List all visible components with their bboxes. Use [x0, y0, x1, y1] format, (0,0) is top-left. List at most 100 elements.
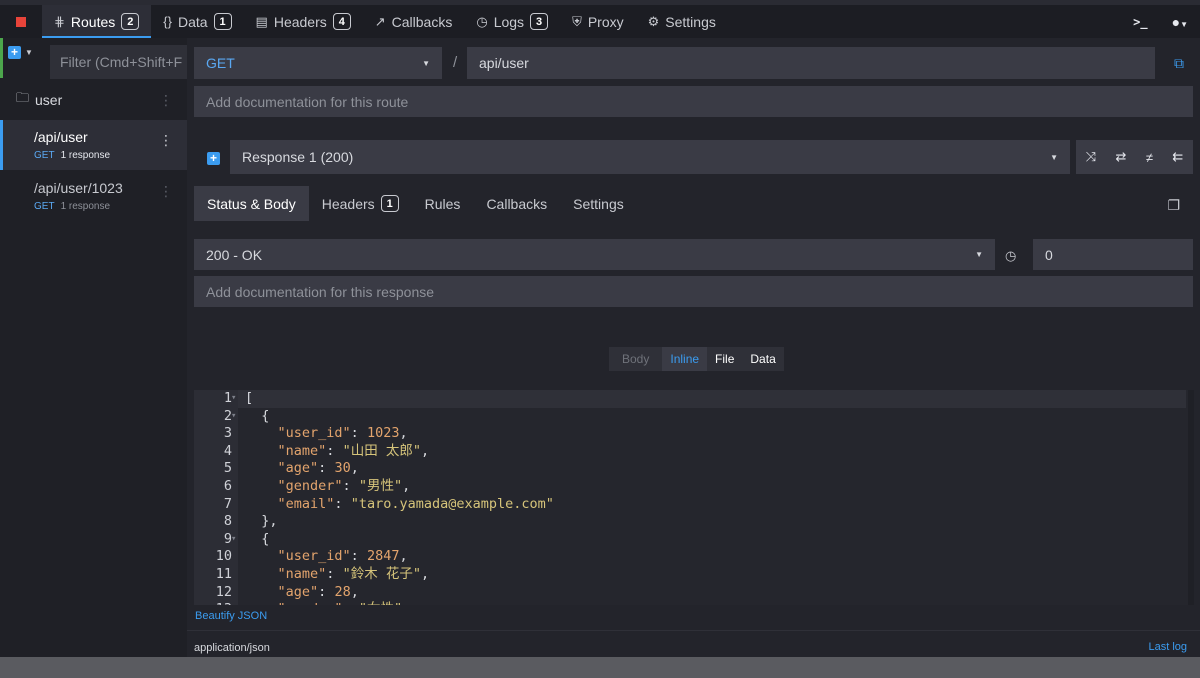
json-string: "山田 太郎" — [342, 442, 421, 459]
json-number: 30 — [334, 460, 351, 477]
status-select[interactable]: 200 - OK ▼ — [194, 239, 995, 270]
open-external-icon[interactable]: ⧉ — [1174, 55, 1184, 72]
status-value: 200 - OK — [206, 246, 263, 263]
account-icon[interactable]: ●▼ — [1172, 14, 1188, 30]
stop-server-button[interactable] — [0, 5, 42, 38]
code-text: "user_id": 2847, — [277, 548, 408, 565]
json-key: "gender" — [277, 478, 343, 494]
tab-status-body[interactable]: Status & Body — [194, 186, 309, 221]
kebab-icon[interactable]: ⋮ — [159, 92, 173, 109]
shuffle-icon[interactable]: ⤨ — [1086, 149, 1096, 165]
method-select[interactable]: GET ▼ — [194, 47, 442, 79]
response-doc-input[interactable]: Add documentation for this response — [194, 276, 1193, 307]
tab-response-headers[interactable]: Headers 1 — [309, 186, 412, 221]
body-mode-file[interactable]: File — [707, 347, 742, 371]
response-select-value: Response 1 (200) — [242, 149, 354, 165]
json-string: "男性" — [358, 478, 403, 494]
app-window: ⋕ Routes 2 {} Data 1 ▤ Headers 4 ↗ Callb… — [0, 5, 1200, 657]
folder-label: user — [35, 92, 63, 108]
tab-response-settings[interactable]: Settings — [560, 186, 637, 221]
clock-icon: ◷ — [1005, 248, 1017, 263]
route-editor: GET ▼ / api/user ⧉ Add documentation for… — [187, 38, 1200, 657]
body-mode-inline[interactable]: Inline — [662, 347, 708, 371]
line-number: 7 — [223, 495, 232, 512]
nav-right-actions: >_ ●▼ — [1133, 5, 1188, 38]
tab-data[interactable]: {} Data 1 — [151, 5, 243, 38]
response-toolbar: ⤨ ⇄ ≠ ⇇ — [1076, 140, 1193, 174]
tab-label: Callbacks — [486, 195, 548, 212]
json-key: "age" — [277, 583, 319, 600]
tab-label: Headers — [273, 13, 327, 30]
tab-logs[interactable]: ◷ Logs 3 — [464, 5, 560, 38]
editor-scrollbar[interactable] — [1188, 390, 1194, 605]
code-line: 8 }, — [194, 513, 1194, 531]
tab-routes[interactable]: ⋕ Routes 2 — [42, 5, 152, 38]
tab-label: Settings — [665, 13, 716, 30]
tab-proxy[interactable]: ⛨ Proxy — [560, 5, 636, 38]
proxy-icon: ⛨ — [572, 13, 582, 29]
folder-user[interactable]: 🗀 user ⋮ — [0, 83, 187, 117]
line-number: 4 — [223, 442, 232, 459]
tab-label: Callbacks — [391, 13, 453, 30]
json-key: "user_id" — [277, 548, 351, 565]
line-number: 13 — [216, 601, 232, 605]
code-line: 7 "email": "taro.yamada@example.com" — [194, 496, 1194, 514]
json-key: "user_id" — [277, 425, 351, 442]
code-text: { — [245, 407, 270, 424]
count-badge: 3 — [530, 13, 549, 30]
filter-input[interactable]: Filter (Cmd+Shift+F — [50, 45, 187, 79]
add-response-button[interactable]: + — [207, 152, 220, 165]
route-item-api-user-1023[interactable]: /api/user/1023 GET 1 response ⋮ — [0, 171, 187, 221]
route-item-api-user[interactable]: /api/user GET 1 response ⋮ — [0, 120, 187, 170]
logs-icon: ◷ — [476, 13, 488, 29]
folder-icon: 🗀 — [16, 90, 30, 105]
route-path-input[interactable]: api/user — [467, 47, 1155, 79]
kebab-icon[interactable]: ⋮ — [159, 132, 173, 149]
code-line: 10 "user_id": 2847, — [194, 548, 1194, 566]
fold-icon[interactable]: ▾ — [231, 390, 236, 408]
tab-label: Routes — [70, 13, 116, 30]
count-badge: 1 — [380, 195, 399, 212]
line-number: 5 — [223, 460, 232, 477]
body-mode-toggle: Body Inline File Data — [609, 347, 784, 371]
code-line: 9 ▾ { — [194, 531, 1194, 549]
repeat-icon[interactable]: ⇄ — [1116, 149, 1127, 165]
code-text: "gender": "男性", — [277, 478, 411, 494]
stop-icon — [16, 16, 26, 27]
body-mode-label: Body — [622, 352, 650, 366]
data-icon: {} — [163, 14, 172, 29]
last-log-link[interactable]: Last log — [1148, 641, 1187, 653]
add-route-menu[interactable]: + ▼ — [8, 46, 33, 59]
chevron-down-icon: ▼ — [422, 58, 430, 68]
route-doc-input[interactable]: Add documentation for this route — [194, 86, 1193, 117]
copy-icon[interactable]: ❐ — [1167, 197, 1180, 214]
latency-input[interactable]: 0 — [1033, 239, 1193, 270]
route-meta: GET 1 response — [34, 201, 187, 212]
tab-settings[interactable]: ⚙ Settings — [636, 5, 728, 38]
beautify-json-link[interactable]: Beautify JSON — [195, 610, 267, 622]
response-tabs: Status & Body Headers 1 Rules Callbacks S… — [194, 186, 637, 221]
chevron-down-icon: ▼ — [25, 48, 33, 57]
tab-rules[interactable]: Rules — [412, 186, 474, 221]
routes-icon: ⋕ — [54, 13, 65, 29]
tab-label: Headers — [321, 195, 375, 212]
fallback-icon[interactable]: ⇇ — [1172, 149, 1183, 165]
code-text: { — [245, 530, 270, 547]
body-editor[interactable]: 1 ▾[2 ▾ {3 "user_id": 1023, 4 "name": "山田 太… — [194, 390, 1194, 605]
top-nav: ⋕ Routes 2 {} Data 1 ▤ Headers 4 ↗ Callb… — [0, 5, 1200, 38]
terminal-icon[interactable]: >_ — [1133, 15, 1147, 29]
json-key: "name" — [277, 566, 327, 582]
tab-headers[interactable]: ▤ Headers 4 — [244, 5, 363, 38]
fold-icon[interactable]: ▾ — [231, 531, 236, 549]
code-line: 1 ▾[ — [194, 390, 1194, 408]
kebab-icon[interactable]: ⋮ — [159, 183, 173, 200]
fold-icon[interactable]: ▾ — [231, 408, 236, 426]
tab-callbacks[interactable]: ↗ Callbacks — [363, 5, 465, 38]
rule-toggle-icon[interactable]: ≠ — [1146, 150, 1153, 165]
response-select[interactable]: Response 1 (200) ▼ — [230, 140, 1070, 174]
json-key: "gender" — [278, 601, 343, 605]
tab-response-callbacks[interactable]: Callbacks — [473, 186, 560, 221]
code-text: "age": 28, — [277, 583, 359, 600]
route-method: GET — [34, 201, 55, 212]
body-mode-data[interactable]: Data — [742, 347, 783, 371]
